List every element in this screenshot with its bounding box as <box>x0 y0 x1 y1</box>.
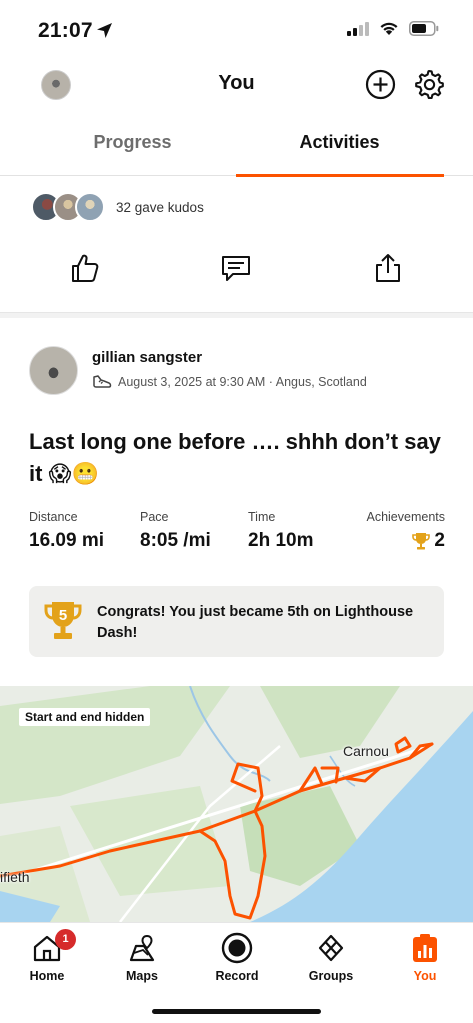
status-time: 21:07 <box>38 19 93 42</box>
nav-icon-wrap <box>197 931 277 965</box>
athlete-avatar[interactable] <box>29 346 78 395</box>
battery-icon <box>409 21 439 36</box>
status-bar: 21:07 <box>0 0 473 56</box>
tab-activities[interactable]: Activities <box>236 132 443 153</box>
kudos-count: 32 gave kudos <box>116 199 204 215</box>
athlete-name[interactable]: gillian sangster <box>92 349 202 366</box>
map-place-label: ifieth <box>0 869 30 885</box>
stat-distance: Distance 16.09 mi <box>29 510 104 552</box>
nav-icon-wrap <box>102 931 182 965</box>
gear-icon[interactable] <box>413 68 445 100</box>
nav-icon-wrap <box>385 931 465 965</box>
notification-badge: 1 <box>55 929 76 950</box>
nav-record[interactable]: Record <box>197 931 277 983</box>
stat-time: Time 2h 10m <box>248 510 313 552</box>
stat-pace: Pace 8:05 /mi <box>140 510 211 552</box>
active-tab-indicator <box>236 174 444 177</box>
wifi-icon <box>380 22 398 35</box>
kudos-row[interactable]: 32 gave kudos <box>31 190 204 224</box>
route-map[interactable]: Start and end hidden Carnou ifieth <box>0 686 473 922</box>
nav-label: Maps <box>126 969 158 983</box>
plus-circle-icon[interactable] <box>365 69 396 100</box>
section-divider <box>0 312 473 318</box>
share-icon[interactable] <box>373 252 403 284</box>
map-icon <box>129 934 155 962</box>
nav-icon-wrap <box>291 931 371 965</box>
nav-home[interactable]: 1 Home <box>7 929 87 983</box>
running-shoe-icon <box>93 375 112 388</box>
location-arrow-icon <box>97 23 112 38</box>
nav-label: Groups <box>308 969 354 983</box>
activity-actions <box>0 252 473 292</box>
trophy-icon: 5 <box>44 602 82 639</box>
achievement-banner[interactable]: 5 Congrats! You just became 5th on Light… <box>29 586 444 657</box>
activity-date-location: August 3, 2025 at 9:30 AM · Angus, Scotl… <box>118 375 367 389</box>
stat-value: 8:05 /mi <box>140 530 211 551</box>
thumbs-up-icon[interactable] <box>70 252 100 284</box>
trophy-icon <box>412 533 431 550</box>
stat-label: Achievements <box>366 510 445 524</box>
nav-groups[interactable]: Groups <box>291 931 371 983</box>
stat-label: Pace <box>140 510 169 524</box>
activity-stats: Distance 16.09 mi Pace 8:05 /mi Time 2h … <box>29 510 445 560</box>
activity-meta: August 3, 2025 at 9:30 AM · Angus, Scotl… <box>92 374 367 390</box>
map-privacy-badge: Start and end hidden <box>19 708 151 726</box>
nav-icon-wrap: 1 <box>7 929 87 965</box>
stat-achievements[interactable]: Achievements 2 <box>366 510 445 552</box>
activity-title[interactable]: Last long one before …. shhh don’t say i… <box>29 426 449 490</box>
cell-signal-icon <box>347 21 369 36</box>
comment-icon[interactable] <box>220 252 252 284</box>
stat-value: 2h 10m <box>248 530 314 551</box>
achievements-count: 2 <box>434 530 445 551</box>
stat-label: Distance <box>29 510 78 524</box>
stat-value: 2 <box>366 530 445 552</box>
stat-value: 16.09 mi <box>29 530 104 551</box>
tab-bar: Progress Activities <box>0 118 473 177</box>
map-place-label: Carnou <box>343 743 389 759</box>
stat-label: Time <box>248 510 276 524</box>
nav-you[interactable]: You <box>385 931 465 983</box>
kudos-avatar <box>75 192 105 222</box>
you-icon <box>413 934 437 962</box>
app-header: You <box>0 60 473 108</box>
tab-progress[interactable]: Progress <box>29 132 236 153</box>
trophy-rank: 5 <box>59 607 67 624</box>
bottom-navigation: 1 Home Maps Record Groups You <box>0 922 473 1023</box>
nav-maps[interactable]: Maps <box>102 931 182 983</box>
home-indicator[interactable] <box>152 1009 321 1014</box>
nav-label: You <box>413 969 437 983</box>
nav-label: Record <box>215 969 259 983</box>
record-icon <box>221 932 253 964</box>
groups-icon <box>318 934 344 962</box>
nav-label: Home <box>29 969 65 983</box>
page-title: You <box>218 72 255 94</box>
status-indicators <box>347 21 439 36</box>
achievement-text: Congrats! You just became 5th on Lightho… <box>97 604 414 641</box>
